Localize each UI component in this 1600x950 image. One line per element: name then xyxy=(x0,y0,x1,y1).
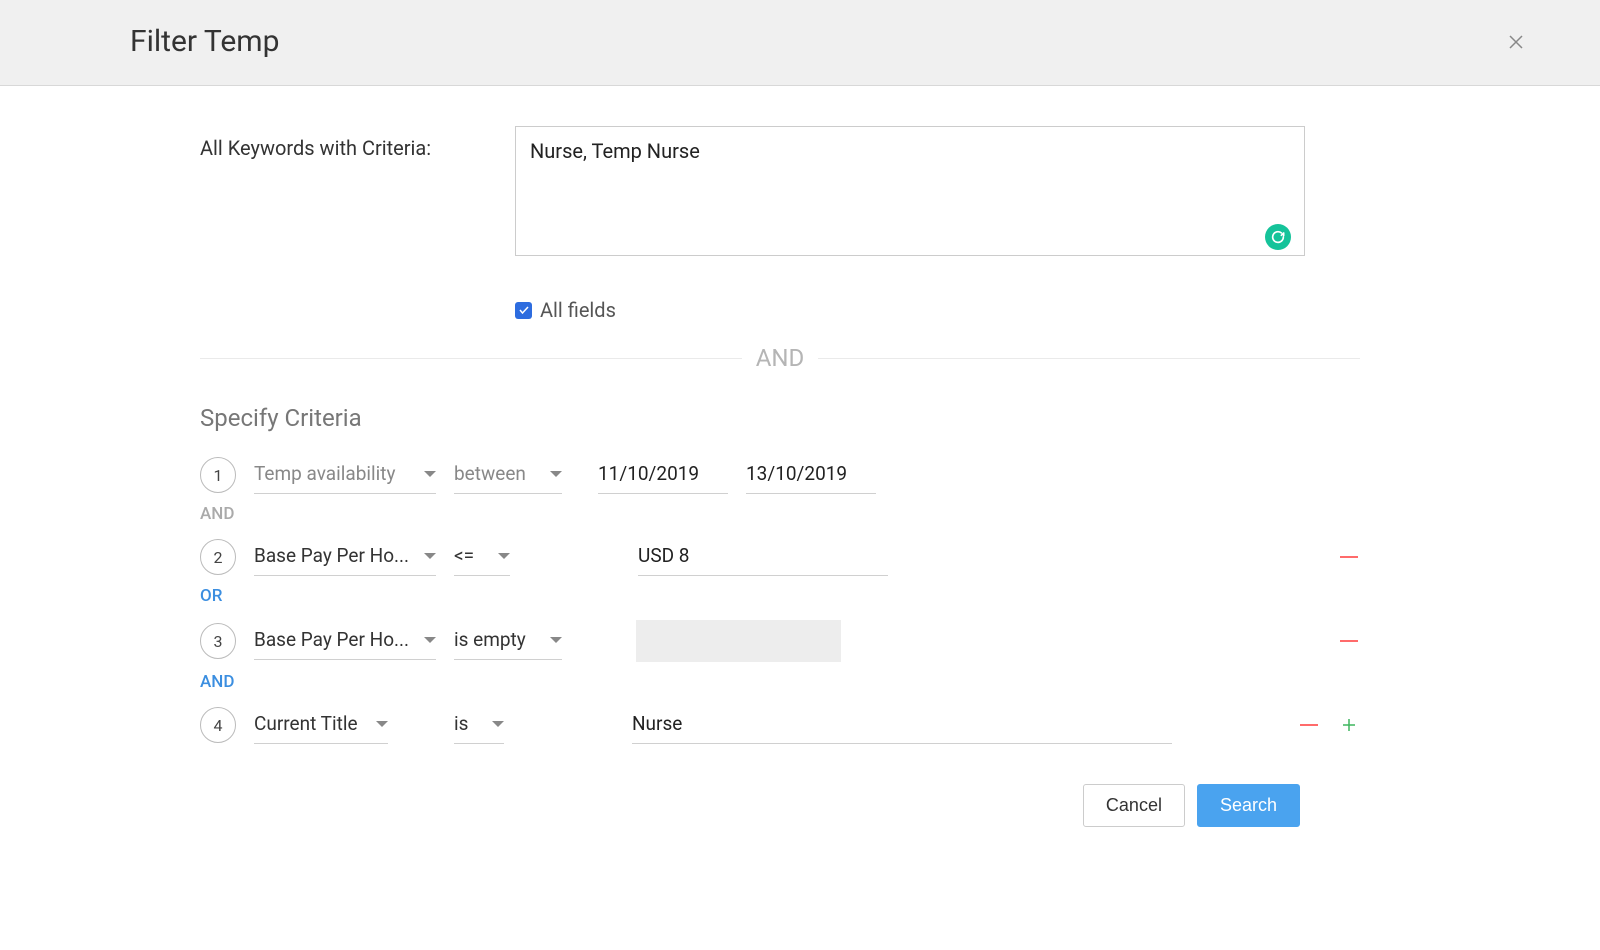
specify-criteria-title: Specify Criteria xyxy=(200,404,1360,432)
operator-select-label: is empty xyxy=(454,628,538,651)
operator-select[interactable]: is empty xyxy=(454,622,562,660)
and-separator-label: AND xyxy=(742,344,819,372)
minus-icon xyxy=(1300,724,1318,726)
value-to-input[interactable] xyxy=(746,456,876,494)
field-select-label: Temp availability xyxy=(254,462,412,485)
and-separator: AND xyxy=(200,344,1360,372)
modal-body: All Keywords with Criteria: Nurse, Temp … xyxy=(0,86,1400,857)
field-select[interactable]: Temp availability xyxy=(254,456,436,494)
remove-criteria-button[interactable] xyxy=(1338,556,1360,558)
criteria-row: 2 Base Pay Per Ho... <= xyxy=(200,538,1360,576)
remove-criteria-button[interactable] xyxy=(1338,640,1360,642)
minus-icon xyxy=(1340,640,1358,642)
operator-select-label: <= xyxy=(454,544,486,567)
value-disabled-box xyxy=(636,620,841,662)
grammarly-icon[interactable] xyxy=(1265,224,1291,250)
field-select[interactable]: Base Pay Per Ho... xyxy=(254,538,436,576)
chevron-down-icon xyxy=(550,471,562,477)
chevron-down-icon xyxy=(424,553,436,559)
join-connector[interactable]: AND xyxy=(200,504,1360,524)
value-input[interactable] xyxy=(632,706,1172,744)
criteria-number-badge: 2 xyxy=(200,539,236,575)
join-connector[interactable]: OR xyxy=(200,586,1360,606)
all-fields-label: All fields xyxy=(540,298,616,322)
modal-header: Filter Temp xyxy=(0,0,1600,86)
keywords-input-wrap: Nurse, Temp Nurse xyxy=(515,126,1305,260)
close-icon[interactable] xyxy=(1504,30,1528,54)
criteria-number-badge: 1 xyxy=(200,457,236,493)
chevron-down-icon xyxy=(424,471,436,477)
criteria-row: 4 Current Title is xyxy=(200,706,1360,744)
chevron-down-icon xyxy=(492,721,504,727)
field-select[interactable]: Current Title xyxy=(254,706,388,744)
chevron-down-icon xyxy=(424,637,436,643)
field-select-label: Base Pay Per Ho... xyxy=(254,544,412,567)
criteria-row: 1 Temp availability between xyxy=(200,456,1360,494)
value-input[interactable] xyxy=(638,538,888,576)
all-fields-checkbox[interactable] xyxy=(515,302,532,319)
cancel-button[interactable]: Cancel xyxy=(1083,784,1185,827)
operator-select[interactable]: is xyxy=(454,706,504,744)
value-from-input[interactable] xyxy=(598,456,728,494)
field-select-label: Base Pay Per Ho... xyxy=(254,628,412,651)
criteria-number-badge: 3 xyxy=(200,623,236,659)
operator-select-label: is xyxy=(454,712,480,735)
keywords-label: All Keywords with Criteria: xyxy=(200,126,505,260)
keywords-textarea[interactable]: Nurse, Temp Nurse xyxy=(515,126,1305,256)
modal-title: Filter Temp xyxy=(130,24,279,59)
operator-select-label: between xyxy=(454,462,538,485)
criteria-number-badge: 4 xyxy=(200,707,236,743)
join-connector[interactable]: AND xyxy=(200,672,1360,692)
criteria-row: 3 Base Pay Per Ho... is empty xyxy=(200,620,1360,662)
chevron-down-icon xyxy=(550,637,562,643)
operator-select[interactable]: <= xyxy=(454,538,510,576)
chevron-down-icon xyxy=(376,721,388,727)
modal-footer: Cancel Search xyxy=(200,784,1360,827)
search-button[interactable]: Search xyxy=(1197,784,1300,827)
field-select[interactable]: Base Pay Per Ho... xyxy=(254,622,436,660)
remove-criteria-button[interactable] xyxy=(1298,724,1320,726)
operator-select[interactable]: between xyxy=(454,456,562,494)
field-select-label: Current Title xyxy=(254,712,364,735)
all-fields-row: All fields xyxy=(515,298,1360,322)
chevron-down-icon xyxy=(498,553,510,559)
minus-icon xyxy=(1340,556,1358,558)
add-criteria-button[interactable] xyxy=(1338,716,1360,734)
keywords-row: All Keywords with Criteria: Nurse, Temp … xyxy=(200,126,1360,260)
